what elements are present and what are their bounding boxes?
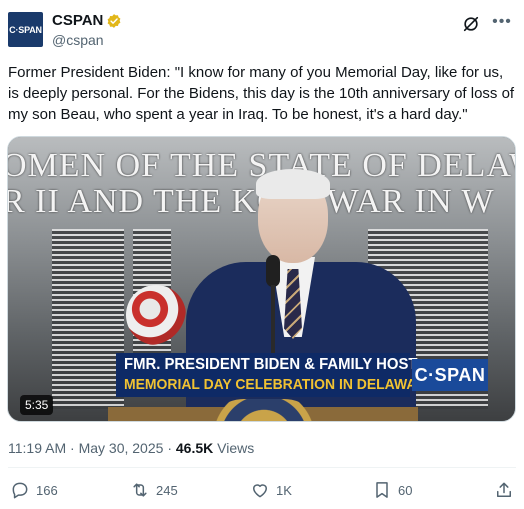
tweet-date[interactable]: May 30, 2025	[79, 440, 164, 456]
bookmark-icon	[376, 482, 388, 498]
like-button[interactable]: 1K	[250, 480, 292, 500]
microphone	[266, 255, 280, 287]
grok-icon[interactable]	[462, 15, 480, 33]
avatar[interactable]: C·SPAN	[8, 12, 43, 47]
share-button[interactable]	[494, 480, 514, 500]
tweet-meta: 11:19 AM · May 30, 2025 · 46.5K Views	[8, 440, 254, 456]
divider	[8, 467, 516, 468]
lower-third-subhead: MEMORIAL DAY CELEBRATION IN DELAWARE	[124, 376, 436, 393]
lower-third-banner: FMR. PRESIDENT BIDEN & FAMILY HOST MEMOR…	[116, 353, 488, 397]
meta-separator: ·	[70, 440, 79, 456]
share-icon	[497, 482, 511, 497]
cspan-network-logo: C·SPAN	[412, 359, 488, 391]
video-duration-badge: 5:35	[20, 395, 54, 415]
video-player[interactable]: OMEN OF THE STATE OF DELAWA R II AND THE…	[7, 136, 516, 422]
reply-button[interactable]: 166	[10, 480, 58, 500]
tweet-header: C·SPAN CSPAN @cspan •••	[8, 10, 514, 50]
display-name[interactable]: CSPAN	[52, 12, 103, 29]
reply-icon	[12, 482, 28, 499]
heart-icon	[253, 484, 267, 498]
meta-separator: ·	[167, 440, 176, 456]
names-panel-left	[52, 229, 124, 409]
repost-button[interactable]: 245	[130, 480, 178, 500]
reply-count: 166	[36, 482, 58, 498]
views-label: Views	[217, 440, 255, 456]
handle[interactable]: @cspan	[52, 32, 104, 48]
like-count: 1K	[276, 482, 292, 498]
repost-icon	[133, 483, 147, 497]
bookmark-button[interactable]: 60	[372, 480, 412, 500]
views-count: 46.5K	[175, 440, 214, 456]
repost-count: 245	[156, 482, 178, 498]
bookmark-count: 60	[398, 482, 413, 498]
lower-third-background: FMR. PRESIDENT BIDEN & FAMILY HOST MEMOR…	[116, 353, 436, 397]
name-row: CSPAN	[52, 12, 122, 29]
action-bar: 166 245 1K 60	[8, 480, 512, 506]
avatar-text: C·SPAN	[9, 24, 42, 35]
tweet-time[interactable]: 11:19 AM	[8, 440, 66, 456]
lower-third-headline: FMR. PRESIDENT BIDEN & FAMILY HOST	[124, 356, 418, 373]
hair	[256, 169, 330, 199]
tweet-text: Former President Biden: "I know for many…	[8, 64, 515, 123]
verified-badge-icon	[108, 13, 121, 28]
more-options-icon[interactable]: •••	[492, 12, 512, 32]
